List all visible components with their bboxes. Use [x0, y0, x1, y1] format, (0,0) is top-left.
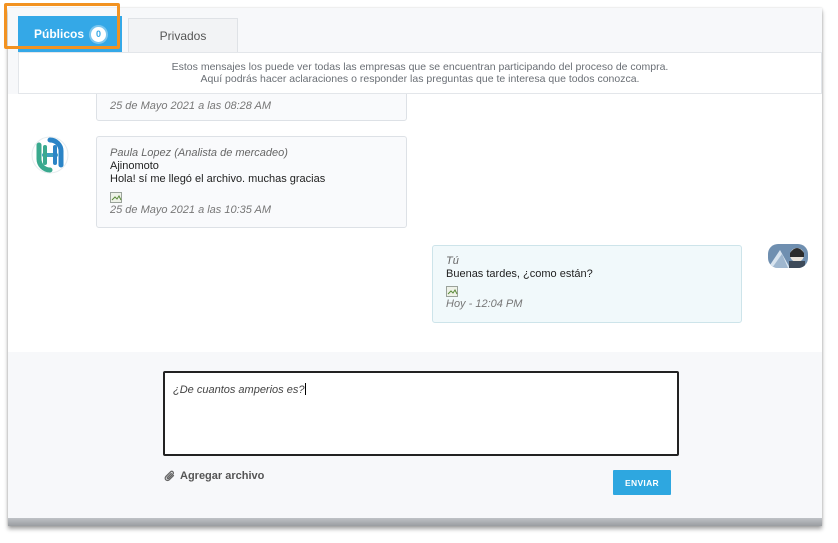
message-text: Buenas tardes, ¿como están?	[446, 268, 593, 280]
info-line-2: Aquí podrás hacer aclaraciones o respond…	[200, 72, 640, 85]
tab-privados[interactable]: Privados	[128, 18, 238, 52]
tab-publicos[interactable]: Públicos 0	[18, 16, 122, 52]
attach-file-label: Agregar archivo	[180, 470, 265, 482]
panel-bottom-edge	[8, 518, 822, 526]
company-logo-icon	[31, 136, 69, 174]
message-author: Paula Lopez (Analista de mercadeo)	[110, 147, 288, 159]
user-avatar-icon	[768, 244, 808, 268]
tab-publicos-label: Públicos	[33, 27, 84, 41]
avatar	[768, 244, 808, 268]
text-caret	[305, 383, 307, 395]
info-line-1: Estos mensajes los puede ver todas las e…	[171, 61, 669, 73]
message-time: 25 de Mayo 2021 a las 08:28 AM	[110, 100, 272, 112]
message-input[interactable]: ¿De cuantos amperios es?	[163, 371, 679, 456]
message-company: Ajinomoto	[110, 160, 159, 172]
message-author: Tú	[446, 255, 459, 267]
messages-panel: Públicos 0 Privados Estos mensajes los p…	[8, 8, 822, 526]
send-button-label: ENVIAR	[625, 477, 659, 488]
send-button[interactable]: ENVIAR	[613, 470, 671, 495]
paperclip-icon	[164, 470, 175, 482]
message-bubble: Paula Lopez (Analista de mercadeo) Ajino…	[96, 136, 407, 228]
message-time: 25 de Mayo 2021 a las 10:35 AM	[110, 204, 272, 216]
message-time: Hoy - 12:04 PM	[446, 298, 523, 310]
message-input-value: ¿De cuantos amperios es?	[173, 384, 305, 396]
attach-file-button[interactable]: Agregar archivo	[164, 470, 264, 482]
message-bubble: 25 de Mayo 2021 a las 08:28 AM	[96, 94, 407, 121]
public-info-notice: Estos mensajes los puede ver todas las e…	[18, 52, 822, 94]
message-list[interactable]: 25 de Mayo 2021 a las 08:28 AM Paula Lop…	[8, 94, 822, 352]
avatar	[30, 135, 70, 175]
public-count-badge: 0	[91, 26, 106, 42]
tab-privados-label: Privados	[159, 28, 207, 43]
message-bubble: Tú Buenas tardes, ¿como están? Hoy - 12:…	[432, 245, 742, 323]
message-text: Hola! sí me llegó el archivo. muchas gra…	[110, 173, 326, 185]
